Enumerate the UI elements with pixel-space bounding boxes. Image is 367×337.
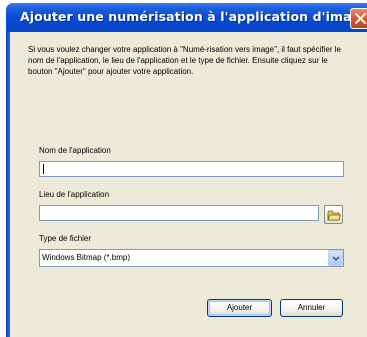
cancel-button[interactable]: Annuler bbox=[280, 299, 343, 317]
title-bar[interactable]: Ajouter une numérisation à l'application… bbox=[6, 3, 367, 32]
window-title: Ajouter une numérisation à l'application… bbox=[20, 9, 367, 24]
text-caret bbox=[43, 164, 44, 174]
browse-button[interactable] bbox=[324, 205, 343, 224]
file-type-select[interactable]: Windows Bitmap (*.bmp) bbox=[39, 249, 344, 267]
dialog-window: Ajouter une numérisation à l'application… bbox=[0, 0, 367, 337]
file-type-dropdown-button[interactable] bbox=[328, 250, 343, 266]
file-type-label: Type de fichier bbox=[39, 234, 92, 243]
close-button[interactable] bbox=[350, 8, 367, 29]
folder-icon bbox=[327, 210, 341, 221]
dialog-body bbox=[10, 32, 367, 337]
chevron-down-icon bbox=[332, 256, 340, 262]
instructions-text: Si vous voulez changer votre application… bbox=[28, 45, 341, 76]
close-icon bbox=[355, 13, 366, 24]
app-name-input[interactable] bbox=[39, 161, 344, 177]
file-type-selected: Windows Bitmap (*.bmp) bbox=[42, 253, 131, 262]
add-button[interactable]: Ajouter bbox=[207, 299, 272, 317]
app-location-input[interactable] bbox=[39, 205, 319, 221]
app-name-label: Nom de l'application bbox=[39, 146, 111, 155]
app-location-label: Lieu de l'application bbox=[39, 190, 110, 199]
